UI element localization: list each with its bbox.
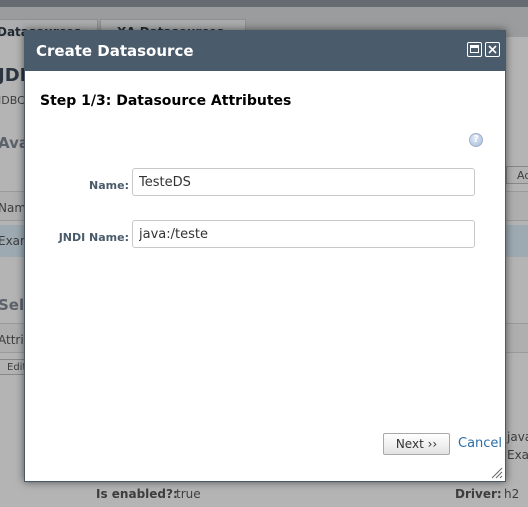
dialog-header[interactable]: Create Datasource: [25, 31, 505, 71]
close-icon[interactable]: [485, 42, 500, 57]
jndi-name-input[interactable]: [132, 220, 475, 248]
maximize-icon[interactable]: [467, 42, 482, 57]
step-title: Step 1/3: Datasource Attributes: [40, 93, 292, 109]
name-label: Name:: [89, 179, 129, 192]
next-button[interactable]: Next ››: [383, 433, 450, 455]
name-input[interactable]: [132, 168, 475, 196]
create-datasource-dialog: Create Datasource Step 1/3: Datasource A…: [24, 30, 506, 482]
question-icon[interactable]: ?: [469, 133, 483, 147]
dialog-title: Create Datasource: [36, 42, 194, 60]
jndi-name-label: JNDI Name:: [58, 231, 129, 244]
resize-grip-icon[interactable]: [489, 465, 503, 479]
cancel-link[interactable]: Cancel: [458, 436, 502, 451]
